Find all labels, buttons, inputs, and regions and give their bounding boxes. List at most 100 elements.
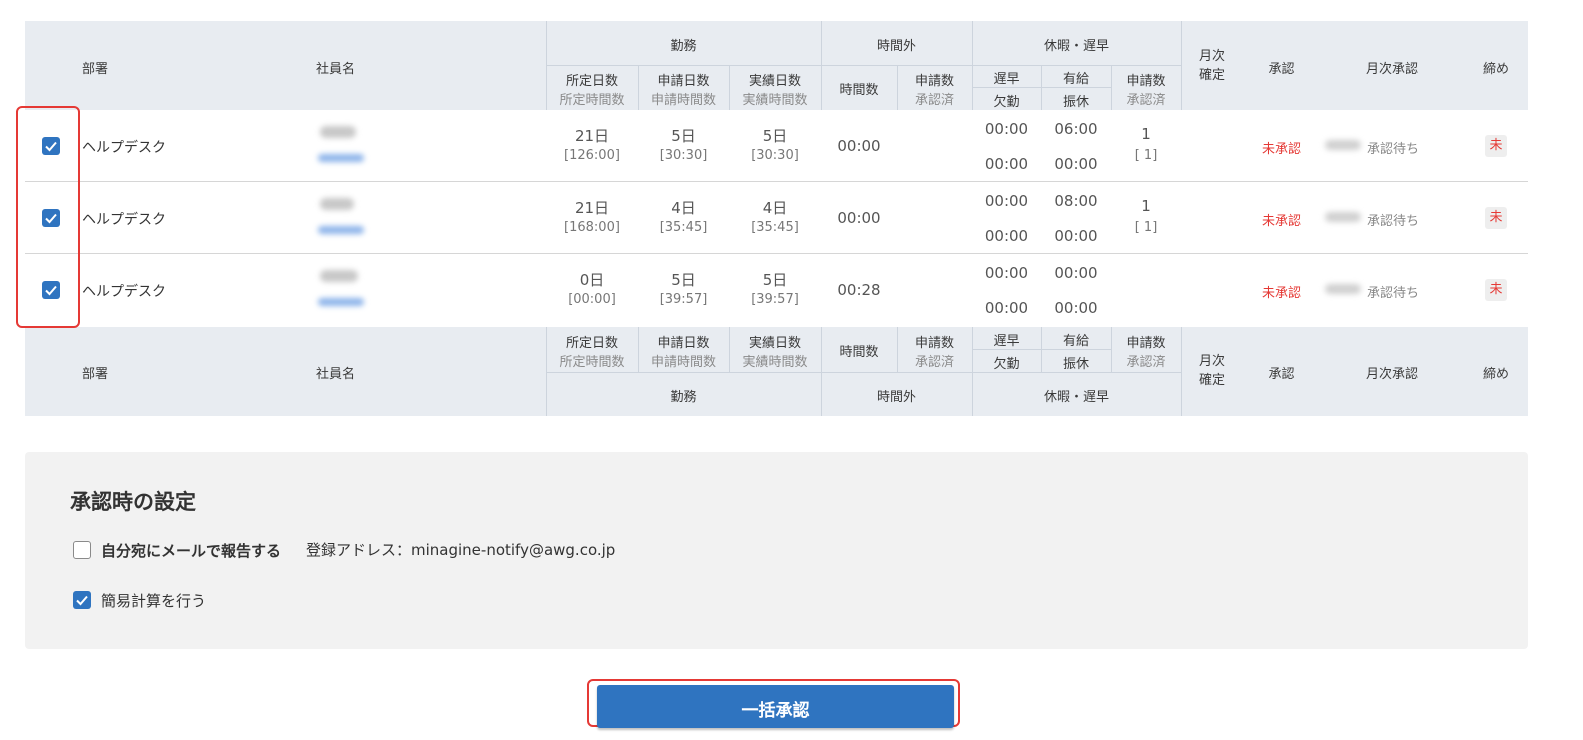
- header-employee: 社員名: [316, 62, 356, 77]
- divider: [1181, 327, 1182, 416]
- bulk-approve-label: 一括承認: [741, 701, 810, 721]
- scheduled-days: 0日: [579, 271, 605, 289]
- approve-status-link[interactable]: 未承認: [1243, 138, 1320, 157]
- employee-id-redacted[interactable]: [318, 298, 364, 306]
- header-late-early: 遅早: [993, 72, 1020, 87]
- applied-days: 5日: [671, 271, 696, 289]
- header-leave-requests: 申請数: [1126, 336, 1166, 351]
- scheduled-days: 21日: [574, 127, 610, 145]
- header-leave-approved: 承認済: [1126, 355, 1166, 370]
- header-leave-requests: 申請数: [1126, 74, 1166, 89]
- header-paid-leave: 有給: [1062, 72, 1089, 87]
- divider: [638, 65, 639, 110]
- employee-id-redacted[interactable]: [318, 226, 364, 234]
- divider: [1111, 327, 1112, 372]
- header-monthly-confirm: 月次 確定: [1198, 49, 1225, 83]
- close-status-badge[interactable]: 未: [1485, 279, 1507, 301]
- simple-calc-label[interactable]: 簡易計算を行う: [101, 590, 206, 611]
- header-leave-group: 休暇・遅早: [1043, 390, 1109, 405]
- employee-name-redacted[interactable]: [320, 126, 356, 138]
- checkbox-highlight-box: [16, 106, 80, 328]
- monthly-status: 承認待ち: [1367, 286, 1420, 301]
- header-ot-requests: 申請数: [914, 336, 954, 351]
- actual-days: 4日: [762, 199, 788, 217]
- table-row: ヘルプデスク 21日 [168:00] 4日 [35:45] 4日 [35:45…: [25, 182, 1528, 254]
- header-comp-holiday: 振休: [1062, 357, 1089, 372]
- approve-status-link[interactable]: 未承認: [1243, 210, 1320, 229]
- comp-holiday: 00:00: [1054, 227, 1098, 245]
- ot-hours: 00:00: [837, 137, 881, 155]
- paid-leave: 06:00: [1054, 120, 1098, 138]
- ot-hours: 00:00: [837, 209, 881, 227]
- header-close: 締め: [1482, 367, 1509, 382]
- late-early: 00:00: [984, 264, 1029, 282]
- leave-requests: 1: [1141, 125, 1151, 143]
- header-monthly-approve: 月次承認: [1365, 62, 1418, 77]
- header-work-group: 勤務: [670, 390, 697, 405]
- actual-hours: [30:30]: [751, 148, 799, 163]
- approve-status-link[interactable]: 未承認: [1243, 282, 1320, 301]
- header-leave-group: 休暇・遅早: [1043, 39, 1109, 54]
- paid-leave: 00:00: [1054, 264, 1098, 282]
- approval-settings-panel: 承認時の設定 自分宛にメールで報告する 登録アドレス：minagine-noti…: [25, 452, 1528, 649]
- header-absence: 欠勤: [993, 95, 1020, 110]
- divider: [546, 65, 1181, 66]
- header-approve: 承認: [1268, 367, 1295, 382]
- header-ot-requests: 申請数: [914, 74, 954, 89]
- close-status-badge[interactable]: 未: [1485, 207, 1507, 229]
- employee-name-redacted[interactable]: [320, 270, 358, 282]
- divider: [897, 65, 898, 110]
- email-report-label[interactable]: 自分宛にメールで報告する: [101, 540, 281, 561]
- header-comp-holiday: 振休: [1062, 95, 1089, 110]
- comp-holiday: 00:00: [1054, 299, 1098, 317]
- employee-id-redacted[interactable]: [318, 154, 364, 162]
- actual-days: 5日: [762, 127, 788, 145]
- leave-requests: 1: [1141, 197, 1151, 215]
- check-icon: [76, 595, 88, 606]
- table-row: ヘルプデスク 0日 [00:00] 5日 [39:57] 5日 [39:57] …: [25, 254, 1528, 327]
- approver-name-redacted: [1325, 212, 1361, 222]
- scheduled-hours: [00:00]: [568, 292, 616, 307]
- leave-approved: [ 1]: [1134, 220, 1158, 235]
- absence: 00:00: [984, 227, 1029, 245]
- email-report-checkbox[interactable]: [73, 541, 91, 559]
- header-actual-hours: 実績時間数: [742, 93, 808, 108]
- header-ot-approved: 承認済: [914, 93, 954, 108]
- header-monthly-approve: 月次承認: [1365, 367, 1418, 382]
- header-actual-days: 実績日数: [748, 74, 801, 89]
- settings-title: 承認時の設定: [70, 490, 196, 514]
- header-applied-hours: 申請時間数: [650, 355, 716, 370]
- scheduled-hours: [168:00]: [564, 220, 620, 235]
- header-scheduled-hours: 所定時間数: [559, 93, 625, 108]
- header-absence: 欠勤: [993, 357, 1020, 372]
- header-approve: 承認: [1268, 62, 1295, 77]
- applied-days: 5日: [671, 127, 696, 145]
- header-ot-approved: 承認済: [914, 355, 954, 370]
- header-scheduled-hours: 所定時間数: [559, 355, 625, 370]
- leave-approved: [ 1]: [1134, 148, 1158, 163]
- simple-calc-checkbox[interactable]: [73, 591, 91, 609]
- scheduled-hours: [126:00]: [564, 148, 620, 163]
- employee-name-redacted[interactable]: [320, 198, 354, 210]
- divider: [546, 372, 1181, 373]
- header-employee: 社員名: [316, 367, 356, 382]
- divider: [729, 65, 730, 110]
- comp-holiday: 00:00: [1054, 155, 1098, 173]
- divider: [1181, 21, 1182, 110]
- bulk-approve-button[interactable]: 一括承認: [597, 685, 954, 728]
- actual-days: 5日: [762, 271, 788, 289]
- divider: [897, 327, 898, 372]
- header-dept: 部署: [82, 62, 109, 77]
- paid-leave: 08:00: [1054, 192, 1098, 210]
- header-close: 締め: [1482, 62, 1509, 77]
- divider: [972, 349, 1111, 350]
- close-status-badge[interactable]: 未: [1485, 135, 1507, 157]
- absence: 00:00: [984, 299, 1029, 317]
- divider: [1111, 65, 1112, 110]
- header-applied-days: 申請日数: [657, 74, 710, 89]
- header-overtime-group: 時間外: [876, 390, 916, 405]
- header-scheduled-days: 所定日数: [565, 74, 618, 89]
- actual-hours: [39:57]: [751, 292, 799, 307]
- header-leave-approved: 承認済: [1126, 93, 1166, 108]
- header-applied-hours: 申請時間数: [650, 93, 716, 108]
